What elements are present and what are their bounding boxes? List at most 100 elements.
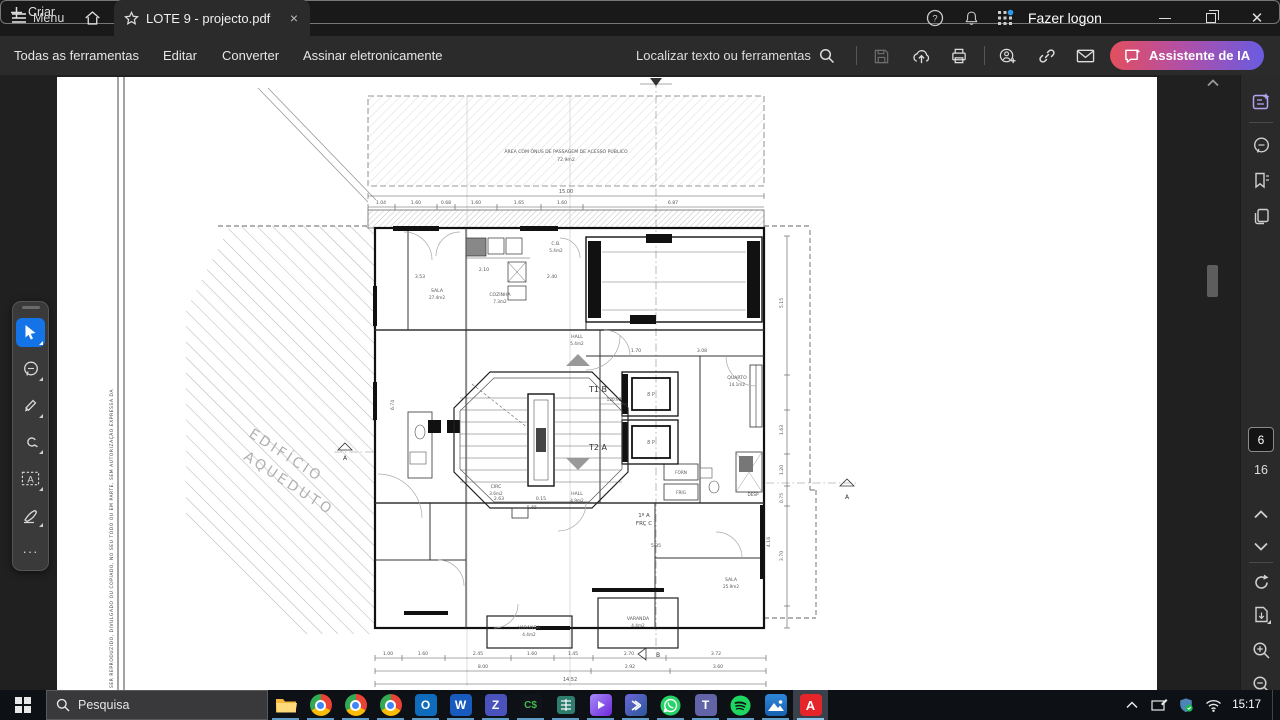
taskbar-app-acrobat[interactable]: A: [793, 690, 828, 720]
add-user-icon: [999, 48, 1016, 64]
acrobat-icon: A: [799, 694, 822, 716]
start-button[interactable]: [0, 690, 46, 720]
more-tools-button[interactable]: ···: [16, 537, 45, 566]
taskbar-app-chrome-2[interactable]: [338, 690, 373, 720]
menu-button[interactable]: Menu: [12, 0, 64, 36]
taskbar-app-file-explorer[interactable]: [268, 690, 303, 720]
page-thumbnails-button[interactable]: [1241, 201, 1280, 231]
total-pages-label: 16: [1254, 463, 1268, 477]
dim-b1-5: 2.70: [624, 651, 634, 657]
get-link-button[interactable]: [1034, 43, 1060, 69]
whatsapp-icon: [660, 695, 681, 715]
palette-drag-handle[interactable]: [21, 306, 40, 309]
apps-grid-icon: [998, 9, 1014, 25]
taskbar-app-chrome-3[interactable]: [373, 690, 408, 720]
rotate-page-button[interactable]: [1241, 567, 1280, 597]
tray-expand-button[interactable]: [1120, 690, 1144, 720]
chevron-up-icon: [1254, 509, 1268, 518]
menu-convert[interactable]: Converter: [222, 36, 279, 75]
dim-r-2: 1.20: [779, 465, 785, 475]
close-button[interactable]: ✕: [1234, 0, 1280, 36]
dim-m-3: 6.74: [390, 400, 396, 410]
share-button[interactable]: [908, 43, 934, 69]
dim-m-1: 2.10: [479, 267, 489, 273]
pdf-page[interactable]: SER REPRODUZIDO, DIVULGADO OU COPIADO, N…: [57, 77, 1157, 690]
taskbar-app-cs-tool[interactable]: C$: [513, 690, 548, 720]
help-button[interactable]: ?: [922, 5, 948, 31]
select-tool-button[interactable]: [16, 317, 45, 347]
dim-b1-1: 1.60: [418, 651, 428, 657]
apps-grid-button[interactable]: [992, 5, 1018, 31]
room-cozinha: COZINHA: [489, 292, 511, 298]
zoom-in-button[interactable]: [1241, 635, 1280, 665]
comments-panel-button[interactable]: [1241, 130, 1280, 160]
room-sala1: SALA: [431, 288, 444, 294]
restore-button[interactable]: [1188, 0, 1234, 36]
level-mark: 120.98: [607, 397, 622, 402]
taskbar-app-whatsapp[interactable]: [653, 690, 688, 720]
sign-in-button[interactable]: Fazer logon: [1028, 0, 1102, 36]
menu-edit[interactable]: Editar: [163, 36, 197, 75]
fit-page-button[interactable]: [1241, 600, 1280, 630]
scroll-up-icon[interactable]: [1207, 79, 1219, 87]
home-button[interactable]: [84, 0, 101, 36]
document-canvas[interactable]: SER REPRODUZIDO, DIVULGADO OU COPIADO, N…: [0, 75, 1240, 690]
network-tray-button[interactable]: [1201, 690, 1225, 720]
dim-r-4: 3.70: [779, 551, 785, 561]
taskbar-app-spotify[interactable]: [723, 690, 758, 720]
taskbar-app-media[interactable]: [583, 690, 618, 720]
taskbar-clock[interactable]: 15:17: [1228, 699, 1269, 711]
defender-shield-icon: [1180, 698, 1193, 713]
ai-assistant-panel-button[interactable]: [1241, 87, 1280, 117]
draw-tool-button[interactable]: [16, 428, 45, 457]
windows-taskbar: O W Z C$ T: [0, 690, 1280, 720]
room-hall2: HALL: [571, 491, 583, 497]
taskbar-search-input[interactable]: [78, 698, 238, 712]
bookmarks-panel-button[interactable]: [1241, 165, 1280, 195]
taskbar-app-teams[interactable]: T: [688, 690, 723, 720]
dim-r-0: 5.15: [779, 298, 785, 308]
save-button[interactable]: [868, 43, 894, 69]
room-desp: DESP: [747, 492, 759, 497]
room-quarto: QUARTO: [727, 375, 747, 381]
print-button[interactable]: [946, 43, 972, 69]
quick-tools-palette: A ···: [12, 301, 49, 571]
room-hall1-area: 5.4m2: [570, 341, 584, 346]
dim-m-2: 2.40: [547, 274, 557, 280]
email-button[interactable]: [1072, 43, 1098, 69]
taskbar-app-word[interactable]: W: [443, 690, 478, 720]
find-tools-search[interactable]: Localizar texto ou ferramentas: [636, 36, 835, 75]
request-signatures-button[interactable]: [994, 43, 1020, 69]
taskbar-search[interactable]: [46, 690, 268, 720]
taskbar-app-zimbra[interactable]: Z: [478, 690, 513, 720]
sign-tool-button[interactable]: [16, 501, 45, 530]
current-page-input[interactable]: 6: [1248, 427, 1274, 452]
minimize-button[interactable]: [1142, 0, 1188, 36]
dim-b1-3: 1.60: [527, 651, 537, 657]
text-box-tool-button[interactable]: A: [16, 464, 45, 493]
highlight-tool-button[interactable]: [16, 391, 45, 420]
taskbar-app-outlook[interactable]: O: [408, 690, 443, 720]
lift2-capacity: 8 P: [647, 440, 655, 446]
touch-keyboard-button[interactable]: [1147, 690, 1171, 720]
comment-tool-button[interactable]: [16, 355, 45, 384]
next-page-button[interactable]: [1241, 531, 1280, 561]
ai-assistant-button[interactable]: Assistente de IA: [1110, 41, 1265, 70]
notifications-button[interactable]: [958, 5, 984, 31]
previous-page-button[interactable]: [1241, 499, 1280, 529]
tab-close-icon[interactable]: ×: [288, 10, 300, 26]
taskbar-app-photos[interactable]: [758, 690, 793, 720]
document-tab[interactable]: LOTE 9 - projecto.pdf ×: [114, 0, 310, 36]
menu-esign[interactable]: Assinar eletronicamente: [303, 36, 442, 75]
show-desktop-button[interactable]: [1272, 690, 1276, 720]
taskbar-app-chrome-1[interactable]: [303, 690, 338, 720]
media-app-icon: [589, 694, 612, 716]
taskbar-app-stream[interactable]: [618, 690, 653, 720]
dim-m-9: 1.70: [631, 348, 641, 354]
menu-all-tools[interactable]: Todas as ferramentas: [14, 36, 139, 75]
security-tray-button[interactable]: [1174, 690, 1198, 720]
vertical-scrollbar[interactable]: [1203, 75, 1223, 690]
scrollbar-thumb[interactable]: [1207, 265, 1218, 297]
taskbar-app-spreadsheet[interactable]: [548, 690, 583, 720]
dim-m-5: 5.35: [651, 543, 661, 549]
